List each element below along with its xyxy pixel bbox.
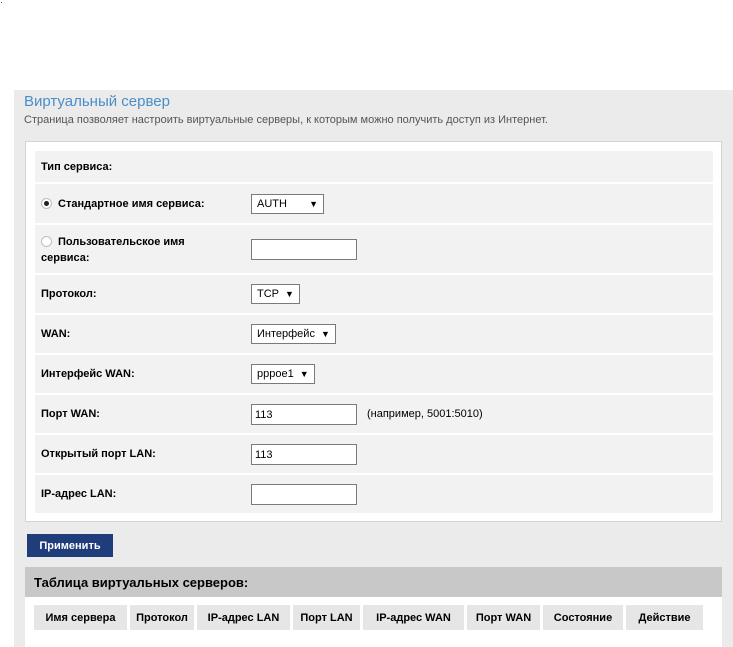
standard-service-radio[interactable] xyxy=(41,198,52,209)
wan-interface-row: Интерфейс WAN: pppoe1 ▼ xyxy=(35,355,713,393)
protocol-row: Протокол: TCP ▼ xyxy=(35,275,713,313)
standard-service-select[interactable]: AUTH ▼ xyxy=(251,193,324,214)
column-header-lan-ip: IP-адрес LAN xyxy=(197,605,290,630)
apply-button[interactable]: Применить xyxy=(27,534,113,557)
wan-interface-label: Интерфейс WAN: xyxy=(41,368,135,380)
column-header-status: Состояние xyxy=(543,605,623,630)
wan-interface-select[interactable]: pppoe1 ▼ xyxy=(251,364,315,384)
column-header-action: Действие xyxy=(626,605,703,630)
column-header-server-name: Имя сервера xyxy=(34,605,127,630)
column-header-lan-port: Порт LAN xyxy=(293,605,360,630)
custom-service-input[interactable] xyxy=(251,238,357,260)
wan-port-input[interactable]: 113 xyxy=(251,403,357,425)
service-type-label: Тип сервиса: xyxy=(41,160,113,173)
protocol-select[interactable]: TCP ▼ xyxy=(251,284,300,304)
column-header-protocol: Протокол xyxy=(130,605,194,630)
custom-service-radio[interactable] xyxy=(41,236,52,247)
lan-port-input[interactable]: 113 xyxy=(251,443,357,465)
wan-select-value: Интерфейс xyxy=(257,328,315,340)
virtual-server-table: Таблица виртуальных серверов: Имя сервер… xyxy=(25,567,722,647)
column-header-wan-ip: IP-адрес WAN xyxy=(363,605,464,630)
standard-service-row: Стандартное имя сервиса: AUTH ▼ xyxy=(35,184,713,223)
lan-ip-input[interactable] xyxy=(251,483,357,505)
lan-port-label: Открытый порт LAN: xyxy=(41,448,156,460)
virtual-server-form: Тип сервиса: Стандартное имя сервиса: AU… xyxy=(25,141,722,522)
triangle-down-icon: ▼ xyxy=(309,198,318,209)
lan-ip-label: IP-адрес LAN: xyxy=(41,488,117,500)
wan-select[interactable]: Интерфейс ▼ xyxy=(251,324,336,344)
protocol-label: Протокол: xyxy=(41,288,97,300)
custom-service-label: Пользовательское имя сервиса: xyxy=(41,236,185,264)
wan-row: WAN: Интерфейс ▼ xyxy=(35,315,713,353)
standard-service-label: Стандартное имя сервиса: xyxy=(58,197,205,210)
column-header-wan-port: Порт WAN xyxy=(467,605,540,630)
wan-port-label: Порт WAN: xyxy=(41,408,100,420)
wan-label: WAN: xyxy=(41,328,71,340)
wan-interface-select-value: pppoe1 xyxy=(257,368,294,380)
page-title: Виртуальный сервер xyxy=(24,93,170,110)
virtual-server-panel: Виртуальный сервер Страница позволяет на… xyxy=(14,90,733,647)
corner-dot xyxy=(1,2,2,3)
lan-ip-row: IP-адрес LAN: xyxy=(35,475,713,513)
standard-service-select-value: AUTH xyxy=(257,197,287,210)
custom-service-row: Пользовательское имя сервиса: xyxy=(35,225,713,273)
service-type-row: Тип сервиса: xyxy=(35,151,713,182)
wan-port-row: Порт WAN: 113 (например, 5001:5010) xyxy=(35,395,713,433)
table-title: Таблица виртуальных серверов: xyxy=(25,567,722,597)
lan-port-row: Открытый порт LAN: 113 xyxy=(35,435,713,473)
triangle-down-icon: ▼ xyxy=(320,329,330,339)
triangle-down-icon: ▼ xyxy=(299,369,309,379)
wan-port-hint: (например, 5001:5010) xyxy=(367,408,483,420)
page-description: Страница позволяет настроить виртуальные… xyxy=(24,114,548,126)
triangle-down-icon: ▼ xyxy=(285,289,294,299)
protocol-select-value: TCP xyxy=(257,288,279,300)
table-header-row: Имя сервера Протокол IP-адрес LAN Порт L… xyxy=(34,605,703,630)
